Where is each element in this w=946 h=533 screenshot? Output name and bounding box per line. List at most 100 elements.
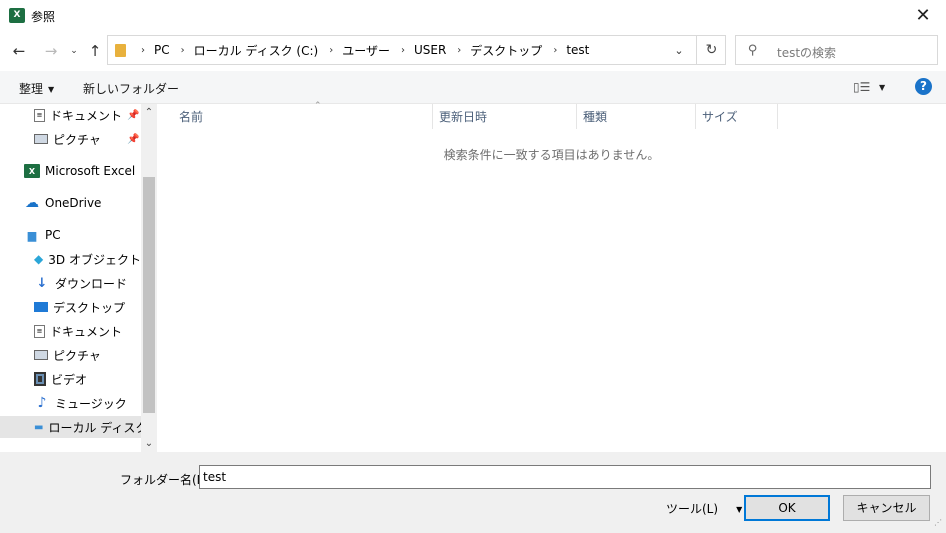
picture-icon: [34, 134, 48, 144]
nav-item-label: ビデオ: [51, 372, 88, 387]
nav-item-label: ドキュメント: [50, 108, 123, 123]
column-header-type[interactable]: 種類: [577, 104, 696, 129]
chevron-down-icon: ⌄: [674, 43, 684, 57]
nav-item-label: Microsoft Excel: [45, 164, 136, 178]
chevron-right-icon[interactable]: ›: [181, 45, 185, 56]
address-dropdown-button[interactable]: ⌄: [668, 36, 690, 64]
nav-item-label: ピクチャ: [53, 348, 101, 363]
download-icon: ↓: [36, 275, 48, 291]
nav-item-downloads[interactable]: ↓ ダウンロード: [0, 272, 141, 294]
breadcrumb-item[interactable]: デスクトップ: [470, 42, 542, 59]
breadcrumb-item[interactable]: ローカル ディスク (C:): [194, 42, 319, 59]
breadcrumb-item[interactable]: USER: [414, 43, 446, 57]
address-bar[interactable]: › PC › ローカル ディスク (C:) › ユーザー › USER › デス…: [107, 35, 726, 65]
close-icon: ✕: [915, 5, 931, 26]
chevron-right-icon[interactable]: ›: [457, 45, 461, 56]
chevron-right-icon[interactable]: ›: [401, 45, 405, 56]
column-header-label: 種類: [583, 110, 608, 124]
window-title: 参照: [31, 10, 56, 24]
column-header-size[interactable]: サイズ: [696, 104, 778, 129]
nav-item-videos[interactable]: ビデオ: [0, 368, 141, 390]
navigation-pane: ≡ ドキュメント 📌 ピクチャ 📌 X Microsoft Excel ☁ On…: [0, 104, 157, 452]
organize-button[interactable]: 整理 ▼: [19, 80, 54, 97]
refresh-button[interactable]: ↻: [696, 36, 726, 64]
cancel-button[interactable]: キャンセル: [843, 495, 930, 521]
ok-button[interactable]: OK: [744, 495, 830, 521]
chevron-right-icon[interactable]: ›: [553, 45, 557, 56]
drive-icon: ▬: [34, 421, 44, 433]
view-options-icon[interactable]: ▯☰: [853, 80, 870, 94]
nav-item-documents[interactable]: ≡ ドキュメント: [0, 320, 141, 342]
column-header-label: サイズ: [702, 110, 738, 124]
dialog-footer: フォルダー名(N): test ツール(L) ▼ OK キャンセル ⋰: [0, 452, 946, 533]
new-folder-button[interactable]: 新しいフォルダー: [83, 80, 179, 97]
nav-item-label: 3D オブジェクト: [48, 252, 141, 267]
scrollbar-thumb[interactable]: [143, 177, 155, 413]
forward-button[interactable]: →: [41, 39, 61, 63]
excel-icon: X: [9, 8, 25, 23]
back-arrow-icon: ←: [12, 42, 26, 60]
up-button[interactable]: ↑: [85, 39, 105, 63]
nav-item-desktop[interactable]: デスクトップ: [0, 296, 141, 318]
refresh-icon: ↻: [705, 42, 718, 58]
column-header-date[interactable]: 更新日時: [433, 104, 577, 129]
desktop-icon: [34, 302, 48, 312]
breadcrumb-item[interactable]: PC: [154, 43, 170, 57]
scroll-up-icon[interactable]: ⌃: [141, 104, 157, 121]
help-button[interactable]: ?: [915, 78, 932, 95]
nav-item-pictures[interactable]: ピクチャ: [0, 344, 141, 366]
video-icon: [34, 372, 46, 386]
file-list: 名前 ⌃ 更新日時 種類 サイズ 検索条件に一致する項目はありません。: [157, 101, 946, 452]
nav-item-music[interactable]: ♪ ミュージック: [0, 392, 141, 414]
picture-icon: [34, 350, 48, 360]
caret-down-icon[interactable]: ▼: [879, 83, 885, 92]
column-header-label: 更新日時: [439, 110, 488, 124]
nav-item-local-disk[interactable]: ▬ ローカル ディスク (C: [0, 416, 157, 438]
search-icon: ⚲: [748, 43, 758, 58]
chevron-down-icon: ⌄: [70, 46, 78, 56]
chevron-right-icon[interactable]: ›: [329, 45, 333, 56]
pc-icon: ▆: [27, 228, 37, 242]
nav-item-onedrive[interactable]: ☁ OneDrive: [0, 192, 141, 214]
resize-grip-icon[interactable]: ⋰: [934, 519, 942, 527]
scroll-down-icon[interactable]: ⌄: [141, 435, 157, 452]
tools-label: ツール(L): [666, 502, 719, 516]
sort-ascending-icon: ⌃: [314, 101, 322, 111]
nav-item-label: ミュージック: [55, 396, 127, 411]
back-button[interactable]: ←: [8, 39, 30, 63]
nav-item-label: ピクチャ: [53, 132, 101, 147]
nav-item-documents-quick[interactable]: ≡ ドキュメント 📌: [0, 104, 141, 126]
empty-message: 検索条件に一致する項目はありません。: [443, 148, 660, 162]
tools-menu-button[interactable]: ツール(L) ▼: [666, 500, 742, 517]
breadcrumb-item[interactable]: test: [566, 43, 589, 57]
nav-item-label: OneDrive: [45, 196, 102, 210]
folder-browse-dialog: X 参照 ✕ ← → ⌄ ↑ › PC › ローカル ディスク (C:) › ユ…: [0, 0, 946, 533]
nav-item-3d-objects[interactable]: ◆ 3D オブジェクト: [0, 248, 141, 270]
folder-icon: [115, 44, 126, 57]
nav-item-microsoft-excel[interactable]: X Microsoft Excel: [0, 160, 141, 182]
column-header-label: 名前: [179, 110, 204, 124]
nav-item-pictures-quick[interactable]: ピクチャ 📌: [0, 128, 141, 150]
nav-scrollbar[interactable]: ⌃ ⌄: [141, 104, 157, 452]
nav-item-label: デスクトップ: [53, 300, 126, 315]
breadcrumb: › PC › ローカル ディスク (C:) › ユーザー › USER › デス…: [130, 36, 589, 64]
close-button[interactable]: ✕: [900, 0, 946, 31]
column-header-name[interactable]: 名前 ⌃: [173, 101, 433, 129]
search-box[interactable]: ⚲ testの検索: [735, 35, 938, 65]
nav-item-pc[interactable]: ▆ PC: [0, 224, 141, 246]
recent-locations-button[interactable]: ⌄: [66, 39, 82, 63]
document-icon: ≡: [34, 108, 45, 122]
cube-icon: ◆: [34, 252, 44, 266]
document-icon: ≡: [34, 324, 45, 338]
cloud-icon: ☁: [25, 195, 39, 211]
pin-icon: 📌: [127, 133, 140, 145]
breadcrumb-item[interactable]: ユーザー: [342, 42, 390, 59]
folder-name-input[interactable]: test: [199, 465, 931, 489]
excel-icon: X: [24, 164, 40, 178]
pin-icon: 📌: [127, 109, 140, 121]
chevron-right-icon: ›: [141, 44, 145, 56]
caret-down-icon: ▼: [48, 85, 55, 94]
command-bar: 整理 ▼ 新しいフォルダー ▯☰ ▼ ?: [0, 71, 946, 104]
music-icon: ♪: [37, 395, 47, 411]
title-bar: X 参照 ✕: [0, 0, 946, 31]
